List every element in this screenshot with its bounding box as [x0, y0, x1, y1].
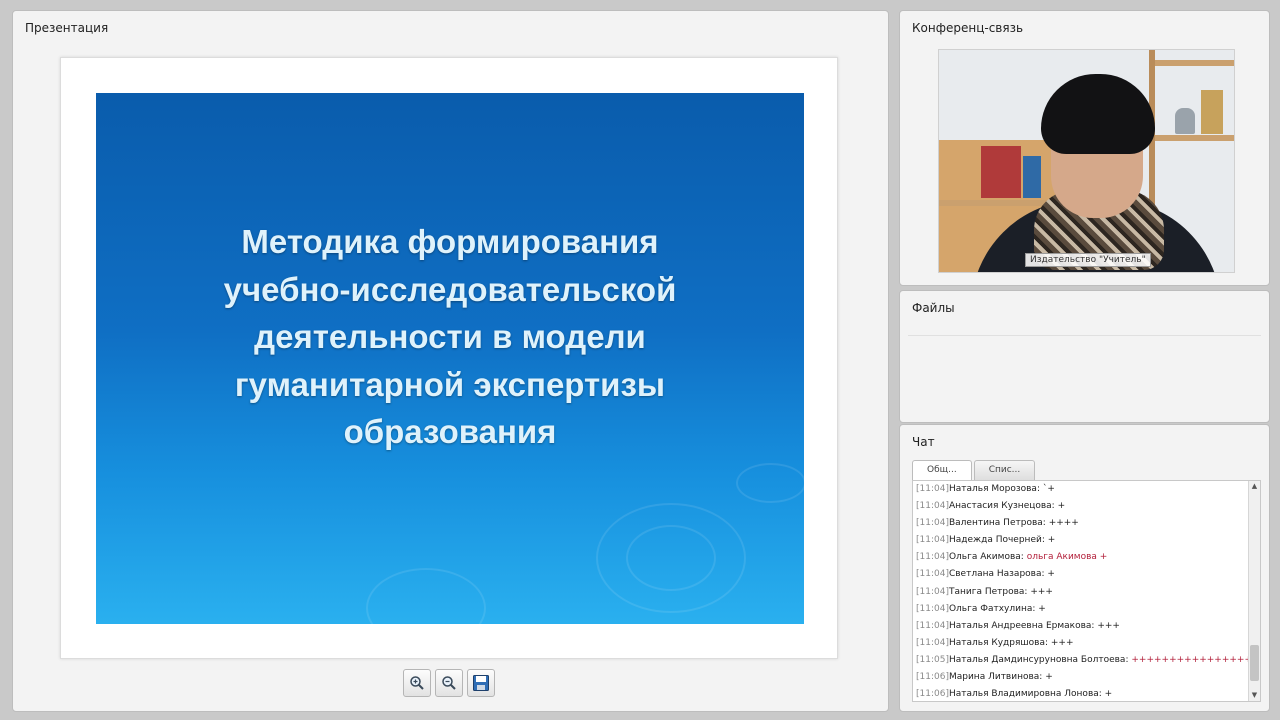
presentation-panel: Презентация Методика формирования учебно…	[12, 10, 889, 712]
zoom-out-button[interactable]	[435, 669, 463, 697]
chat-message: [11:04]Наталья Андреевна Ермакова: +++	[913, 618, 1260, 635]
zoom-out-icon	[442, 676, 456, 690]
chat-message-text: +++	[1097, 620, 1120, 631]
chat-message: [11:04]Анастасия Кузнецова: +	[913, 498, 1260, 515]
chat-message-time: [11:06]	[916, 689, 949, 700]
chat-message-author: Наталья Владимировна Лонова:	[948, 689, 1102, 700]
chat-message-author: Наталья Кудряшова:	[948, 637, 1048, 648]
chat-panel: Чат Общ... Спис... [11:04]Наталья Морозо…	[899, 424, 1270, 712]
chat-scrollbar[interactable]: ▲ ▼	[1248, 481, 1260, 701]
chat-message-time: [11:05]	[916, 654, 949, 665]
chat-message-time: [11:06]	[916, 672, 949, 683]
zoom-in-icon	[410, 676, 424, 690]
chat-message-text: ++++	[1048, 518, 1079, 529]
zoom-in-button[interactable]	[403, 669, 431, 697]
chat-message-text: +	[1057, 501, 1066, 512]
chat-message-author: Наталья Андреевна Ермакова:	[948, 620, 1095, 631]
chat-message-time: [11:04]	[916, 586, 949, 597]
conference-panel-title: Конференц-связь	[912, 21, 1024, 35]
shelf-board	[1154, 135, 1234, 141]
chat-message-text: +++	[1030, 586, 1053, 597]
shelf-board	[1154, 60, 1234, 66]
book	[1175, 108, 1195, 134]
chat-message-text: +	[1045, 672, 1053, 683]
video-feed: Издательство "Учитель"	[938, 49, 1235, 273]
chat-message-text: ольга Акимова +	[1026, 552, 1108, 563]
video-caption: Издательство "Учитель"	[1025, 253, 1151, 267]
chat-message: [11:04]Надежда Почерней: +	[913, 532, 1260, 549]
chat-message-author: Надежда Почерней:	[948, 535, 1045, 546]
files-list	[908, 335, 1261, 415]
save-icon	[473, 675, 489, 691]
slide-title: Методика формирования учебно-исследовате…	[223, 223, 677, 450]
presentation-toolbar	[403, 669, 495, 699]
chat-panel-title: Чат	[912, 435, 935, 449]
chat-message-author: Наталья Морозова:	[948, 484, 1040, 494]
book	[1023, 156, 1041, 198]
conference-panel: Конференц-связь Издательство "Учитель"	[899, 10, 1270, 286]
chat-message: [11:04]Ольга Акимова: ольга Акимова +	[913, 549, 1260, 566]
chat-message-author: Танига Петрова:	[948, 586, 1028, 597]
chat-message: [11:06]Наталья Владимировна Лонова: +	[913, 686, 1260, 701]
slide-decoration-ring	[736, 463, 804, 503]
tab-participants[interactable]: Спис...	[973, 460, 1036, 480]
chat-message-text: ++++++++++++++++++	[1131, 654, 1260, 665]
book	[981, 146, 1021, 198]
chat-message-text: +	[1104, 689, 1113, 700]
chat-message-text: +	[1038, 603, 1046, 614]
chat-message-text: +	[1047, 535, 1056, 546]
chat-message: [11:04]Наталья Морозова: `+	[913, 481, 1260, 498]
scroll-thumb[interactable]	[1250, 645, 1259, 681]
chat-message-author: Анастасия Кузнецова:	[948, 501, 1055, 512]
tab-general[interactable]: Общ...	[912, 460, 972, 481]
slide: Методика формирования учебно-исследовате…	[96, 93, 804, 624]
presentation-panel-title: Презентация	[25, 21, 109, 35]
book	[1201, 90, 1223, 134]
chat-message-time: [11:04]	[916, 603, 949, 614]
chat-message-author: Ольга Фатхулина:	[948, 603, 1036, 614]
chat-message-time: [11:04]	[916, 620, 949, 631]
chat-message-author: Наталья Дамдинсуруновна Болтоева:	[948, 654, 1129, 665]
chat-message-time: [11:04]	[916, 484, 949, 494]
chat-message-author: Марина Литвинова:	[948, 672, 1043, 683]
slide-decoration-ring	[366, 568, 486, 624]
chat-message-author: Светлана Назарова:	[948, 569, 1045, 580]
chat-message-time: [11:04]	[916, 569, 949, 580]
slide-frame: Методика формирования учебно-исследовате…	[60, 57, 838, 659]
chat-message: [11:04]Светлана Назарова: +	[913, 566, 1260, 583]
chat-message: [11:05]Наталья Дамдинсуруновна Болтоева:…	[913, 652, 1260, 669]
chat-message-text: `+	[1042, 484, 1055, 494]
chat-tabs: Общ... Спис...	[912, 460, 1036, 481]
chat-message-author: Ольга Акимова:	[948, 552, 1024, 563]
chat-log[interactable]: [11:04]Наталья Морозова: `+ [11:04]Анаста…	[912, 480, 1261, 702]
chat-message: [11:04]Танига Петрова: +++	[913, 584, 1260, 601]
scroll-up-icon[interactable]: ▲	[1249, 481, 1260, 492]
chat-messages: [11:04]Наталья Морозова: `+ [11:04]Анаста…	[913, 481, 1260, 701]
chat-message: [11:04]Наталья Кудряшова: +++	[913, 635, 1260, 652]
chat-message-text: +++	[1050, 637, 1074, 648]
scroll-down-icon[interactable]: ▼	[1249, 690, 1260, 701]
files-panel: Файлы	[899, 290, 1270, 423]
save-button[interactable]	[467, 669, 495, 697]
files-panel-title: Файлы	[912, 301, 955, 315]
chat-message: [11:04]Валентина Петрова: ++++	[913, 515, 1260, 532]
person-hair	[1041, 74, 1155, 154]
chat-message-time: [11:04]	[916, 637, 949, 648]
chat-message-author: Валентина Петрова:	[948, 518, 1046, 529]
chat-message-time: [11:04]	[916, 535, 949, 546]
chat-message-time: [11:04]	[916, 518, 949, 529]
chat-message-time: [11:04]	[916, 501, 949, 512]
slide-decoration-ring	[626, 525, 716, 591]
chat-message-text: +	[1047, 569, 1055, 580]
chat-message: [11:06]Марина Литвинова: +	[913, 669, 1260, 686]
chat-message-time: [11:04]	[916, 552, 949, 563]
chat-message: [11:04]Ольга Фатхулина: +	[913, 601, 1260, 618]
